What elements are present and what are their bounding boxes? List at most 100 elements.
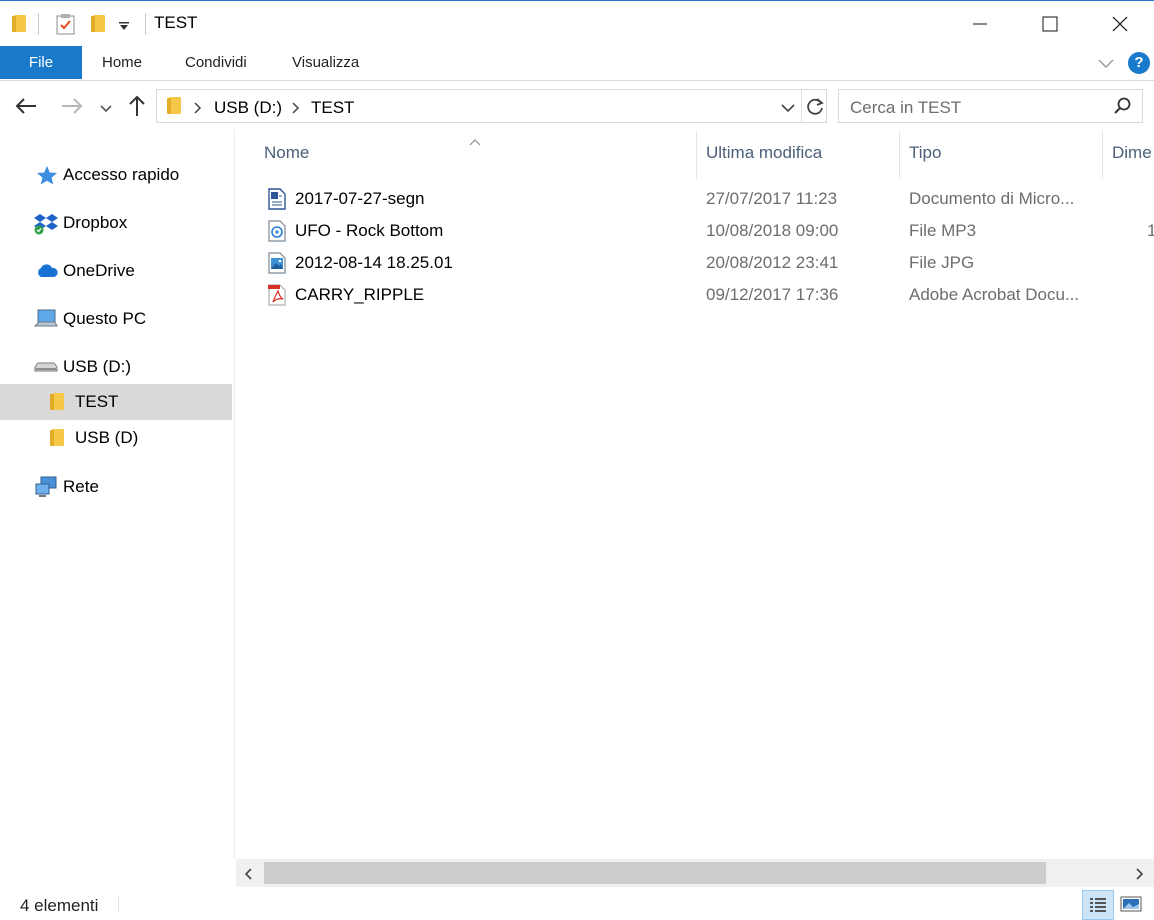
sidebar-item-test[interactable]: TEST xyxy=(0,384,232,420)
status-bar: 4 elementi xyxy=(0,887,1154,920)
chevron-right-icon[interactable] xyxy=(192,101,202,114)
refresh-icon xyxy=(807,98,824,115)
sidebar-item-usb-drive[interactable]: USB (D:) xyxy=(0,349,232,385)
navigation-bar: USB (D:) TEST Cerca in TEST xyxy=(0,87,1154,127)
file-type: Adobe Acrobat Docu... xyxy=(909,285,1080,304)
column-divider[interactable] xyxy=(696,131,697,179)
quick-access-dropdown-icon[interactable] xyxy=(118,19,130,31)
forward-button[interactable] xyxy=(60,96,84,116)
file-type: File MP3 xyxy=(909,221,977,240)
divider xyxy=(145,13,146,35)
sidebar-item-label: TEST xyxy=(75,392,119,411)
address-bar[interactable]: USB (D:) TEST xyxy=(156,89,827,123)
properties-icon[interactable] xyxy=(56,13,76,35)
large-icons-view-button[interactable] xyxy=(1120,895,1142,913)
star-icon xyxy=(37,166,57,185)
minimize-button[interactable] xyxy=(950,1,1010,46)
minimize-icon xyxy=(973,23,987,24)
breadcrumb-test[interactable]: TEST xyxy=(311,98,354,118)
tab-file[interactable]: File xyxy=(0,46,82,79)
column-header-size[interactable]: Dime xyxy=(1112,143,1152,163)
column-header-type[interactable]: Tipo xyxy=(909,143,941,163)
scrollbar-thumb[interactable] xyxy=(264,862,1046,884)
file-type: Documento di Micro... xyxy=(909,189,1075,208)
file-row[interactable]: CARRY_RIPPLE 09/12/2017 17:36 Adobe Acro… xyxy=(236,279,1154,311)
folder-icon xyxy=(12,15,26,32)
file-modified: 09/12/2017 17:36 xyxy=(706,285,839,304)
arrow-up-icon xyxy=(129,95,145,116)
refresh-button[interactable] xyxy=(806,97,826,117)
maximize-button[interactable] xyxy=(1020,1,1080,46)
cloud-icon xyxy=(38,264,58,277)
breadcrumb-usb-d[interactable]: USB (D:) xyxy=(214,98,282,118)
sidebar-item-dropbox[interactable]: Dropbox xyxy=(0,205,232,241)
usb-drive-icon xyxy=(34,362,58,372)
tab-condividi[interactable]: Condividi xyxy=(185,46,247,79)
file-modified: 27/07/2017 11:23 xyxy=(706,189,838,208)
large-icons-view-icon xyxy=(1120,896,1142,912)
sidebar-item-label: Rete xyxy=(63,477,99,496)
ribbon: File Home Condividi Visualizza ? xyxy=(0,46,1154,81)
column-header-modified[interactable]: Ultima modifica xyxy=(706,143,822,163)
up-button[interactable] xyxy=(127,94,147,118)
arrow-right-icon xyxy=(62,98,83,114)
file-name: UFO - Rock Bottom xyxy=(295,221,444,240)
new-folder-icon[interactable] xyxy=(91,15,105,32)
help-button[interactable]: ? xyxy=(1128,52,1150,74)
search-icon[interactable] xyxy=(1113,97,1131,115)
file-row[interactable]: UFO - Rock Bottom 10/08/2018 09:00 File … xyxy=(236,215,1154,247)
tab-visualizza[interactable]: Visualizza xyxy=(292,46,359,79)
file-name: 2017-07-27-segn xyxy=(295,189,425,208)
sidebar-item-label: USB (D:) xyxy=(63,357,131,376)
item-count: 4 elementi xyxy=(20,896,99,915)
chevron-right-icon[interactable] xyxy=(290,101,300,114)
tab-home[interactable]: Home xyxy=(102,46,142,79)
sidebar-item-onedrive[interactable]: OneDrive xyxy=(0,253,232,289)
folder-icon xyxy=(167,97,181,114)
sidebar-item-accesso-rapido[interactable]: Accesso rapido xyxy=(0,157,232,193)
audio-file-icon xyxy=(268,220,286,242)
column-divider[interactable] xyxy=(899,131,900,179)
chevron-down-icon xyxy=(781,104,795,113)
column-header-name[interactable]: Nome xyxy=(264,143,309,163)
file-size: 1 xyxy=(1147,221,1154,240)
folder-icon xyxy=(50,429,64,446)
pdf-file-icon xyxy=(268,284,286,306)
horizontal-scrollbar[interactable] xyxy=(236,859,1154,887)
explorer-window: TEST File Home Condividi Visualizza ? US… xyxy=(0,0,1154,920)
pane-divider[interactable] xyxy=(234,129,235,859)
details-view-button[interactable] xyxy=(1082,890,1114,920)
sidebar-item-label: Questo PC xyxy=(63,309,147,328)
maximize-icon xyxy=(1042,16,1058,31)
divider xyxy=(801,90,802,122)
column-divider[interactable] xyxy=(1102,131,1103,179)
file-modified: 20/08/2012 23:41 xyxy=(706,253,839,272)
file-modified: 10/08/2018 09:00 xyxy=(706,221,839,240)
sidebar-item-usb-d-folder[interactable]: USB (D) xyxy=(0,420,232,456)
back-button[interactable] xyxy=(14,96,38,116)
file-row[interactable]: 2017-07-27-segn 27/07/2017 11:23 Documen… xyxy=(236,183,1154,215)
chevron-down-icon xyxy=(100,105,112,113)
scroll-left-icon[interactable] xyxy=(244,867,254,880)
address-history-dropdown[interactable] xyxy=(780,101,796,113)
scroll-right-icon[interactable] xyxy=(1134,867,1144,880)
close-button[interactable] xyxy=(1090,1,1150,46)
network-icon xyxy=(35,476,57,497)
expand-ribbon-icon[interactable] xyxy=(1097,56,1115,70)
sidebar-item-label: Dropbox xyxy=(63,213,128,232)
sidebar-item-rete[interactable]: Rete xyxy=(0,469,232,505)
file-name: CARRY_RIPPLE xyxy=(295,285,425,304)
file-row[interactable]: 2012-08-14 18.25.01 20/08/2012 23:41 Fil… xyxy=(236,247,1154,279)
recent-locations-button[interactable] xyxy=(99,101,113,113)
sidebar-item-label: OneDrive xyxy=(63,261,135,280)
sidebar-item-label: USB (D) xyxy=(75,428,139,447)
image-file-icon xyxy=(268,252,286,274)
search-box[interactable]: Cerca in TEST xyxy=(838,89,1143,123)
search-input[interactable]: Cerca in TEST xyxy=(850,98,961,118)
divider xyxy=(118,895,119,913)
word-doc-icon xyxy=(268,188,286,210)
file-name: 2012-08-14 18.25.01 xyxy=(295,253,453,272)
sidebar-item-questo-pc[interactable]: Questo PC xyxy=(0,301,232,337)
file-type: File JPG xyxy=(909,253,975,272)
dropbox-icon xyxy=(34,214,58,235)
